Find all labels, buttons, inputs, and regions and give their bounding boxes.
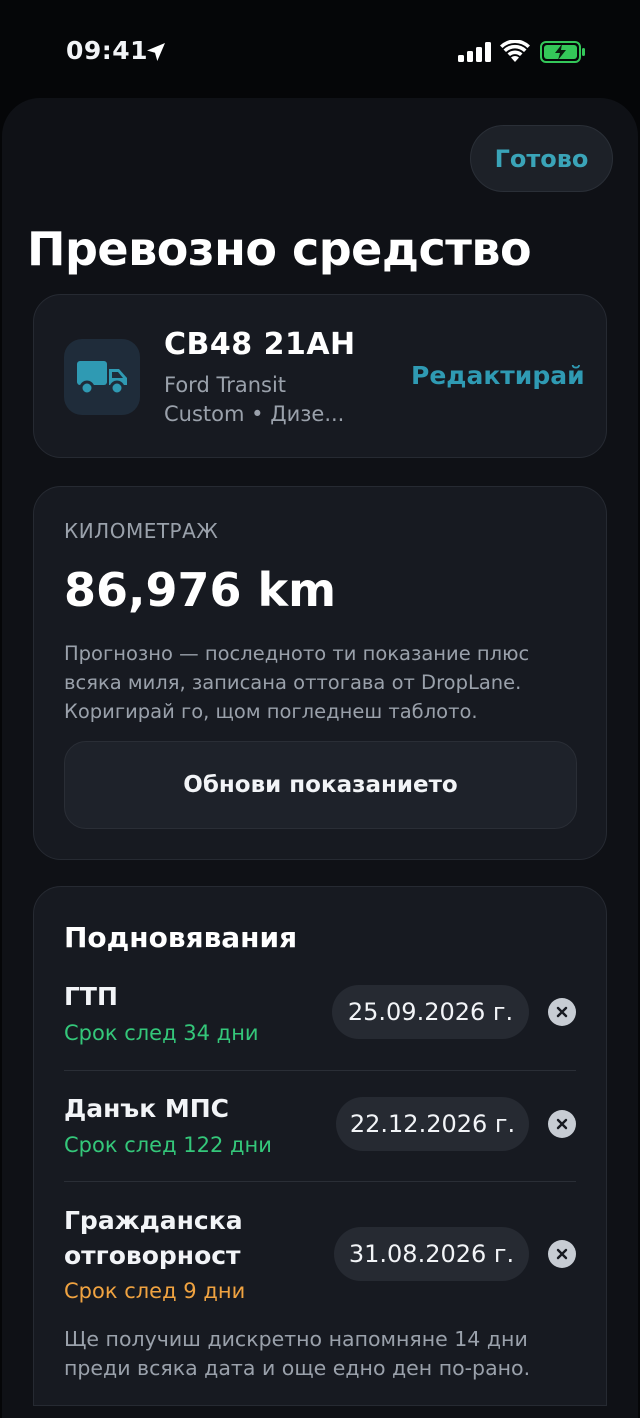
divider: [64, 1181, 576, 1182]
renewals-title: Подновявания: [64, 921, 298, 954]
renewal-name: Данък МПС: [64, 1094, 230, 1123]
close-icon: [556, 1006, 568, 1018]
vehicle-icon-tile: [64, 339, 140, 415]
renewal-date-picker[interactable]: 31.08.2026 г.: [334, 1227, 529, 1281]
renewal-row-liability: Гражданска отговорност Срок след 9 дни 3…: [64, 1203, 576, 1313]
close-icon: [556, 1248, 568, 1260]
page-title: Превозно средство: [27, 222, 532, 276]
vehicle-plate: СВ48 21АН: [164, 327, 356, 362]
odometer-value: 86,976 km: [64, 563, 337, 617]
renewal-due: Срок след 34 дни: [64, 1021, 259, 1045]
renewal-date-picker[interactable]: 25.09.2026 г.: [332, 985, 529, 1039]
clear-date-button[interactable]: [548, 998, 576, 1026]
vehicle-model: Ford Transit Custom • Дизе...: [164, 373, 345, 426]
close-icon: [556, 1118, 568, 1130]
done-button[interactable]: Готово: [470, 125, 613, 192]
clear-date-button[interactable]: [548, 1110, 576, 1138]
vehicle-card: СВ48 21АН Ford Transit Custom • Дизе... …: [33, 294, 607, 458]
renewal-row-gtp: ГТП Срок след 34 дни 25.09.2026 г.: [64, 979, 576, 1069]
wifi-icon: [500, 40, 530, 62]
renewal-due: Срок след 122 дни: [64, 1133, 272, 1157]
renewals-card: Подновявания ГТП Срок след 34 дни 25.09.…: [33, 886, 607, 1406]
renewal-name: ГТП: [64, 982, 118, 1011]
clear-date-button[interactable]: [548, 1240, 576, 1268]
odometer-note: Прогнозно — последното ти показание плюс…: [64, 642, 530, 723]
odometer-label: КИЛОМЕТРАЖ: [64, 519, 219, 543]
edit-vehicle-button[interactable]: Редактирай: [411, 361, 585, 390]
status-time: 09:41: [66, 36, 149, 65]
renewal-row-tax: Данък МПС Срок след 122 дни 22.12.2026 г…: [64, 1091, 576, 1181]
divider: [64, 1070, 576, 1071]
location-arrow-icon: [147, 43, 165, 61]
renewals-footer-note: Ще получиш дискретно напомняне 14 дни пр…: [64, 1327, 531, 1380]
odometer-card: КИЛОМЕТРАЖ 86,976 km Прогнозно — последн…: [33, 486, 607, 860]
update-reading-button[interactable]: Обнови показанието: [64, 741, 577, 829]
renewal-date-picker[interactable]: 22.12.2026 г.: [336, 1097, 529, 1151]
renewal-due: Срок след 9 дни: [64, 1279, 246, 1303]
cellular-signal-icon: [458, 42, 491, 62]
renewal-name: Гражданска отговорност: [64, 1206, 243, 1270]
truck-icon: [77, 361, 127, 396]
battery-charging-icon: [540, 41, 585, 63]
status-bar: 09:41: [0, 0, 640, 100]
